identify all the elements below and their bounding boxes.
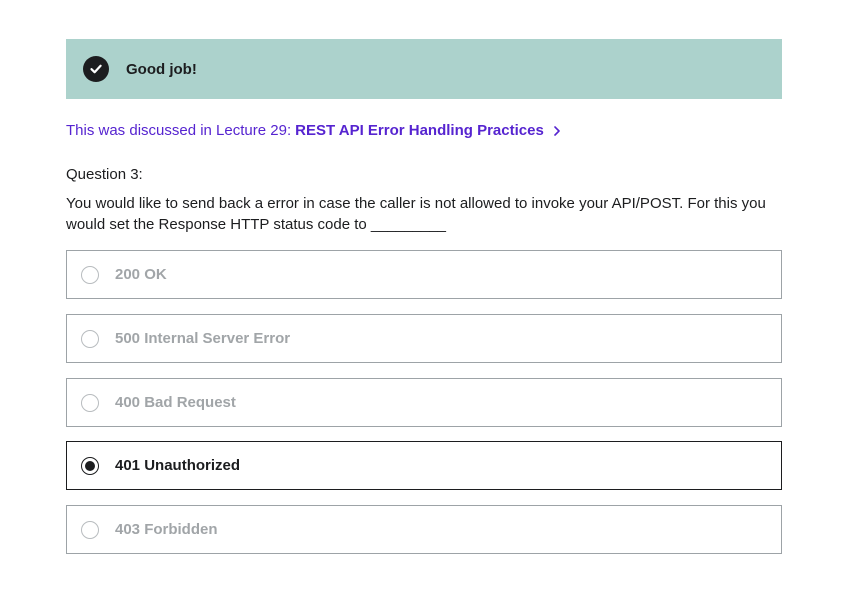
answer-option[interactable]: 400 Bad Request — [66, 378, 782, 427]
radio-dot — [85, 460, 95, 471]
answer-option[interactable]: 200 OK — [66, 250, 782, 299]
check-circle-icon — [83, 56, 109, 82]
answer-label: 500 Internal Server Error — [115, 330, 291, 347]
result-message: Good job! — [126, 60, 197, 78]
answer-label: 401 Unauthorized — [115, 457, 241, 474]
chevron-right-icon[interactable] — [553, 125, 561, 137]
lecture-link[interactable]: REST API Error Handling Practices — [295, 122, 544, 139]
answer-option[interactable]: 500 Internal Server Error — [66, 314, 782, 363]
answer-option[interactable]: 403 Forbidden — [66, 505, 782, 554]
radio-button[interactable] — [81, 265, 99, 284]
question-number: Question 3: — [66, 166, 143, 183]
radio-button[interactable] — [81, 393, 99, 412]
answer-label: 403 Forbidden — [115, 521, 218, 538]
answer-label: 400 Bad Request — [115, 394, 236, 411]
answer-label: 200 OK — [115, 266, 167, 283]
answer-option-selected[interactable]: 401 Unauthorized — [66, 441, 782, 490]
radio-button-selected[interactable] — [81, 456, 99, 475]
question-text: You would like to send back a error in c… — [66, 195, 766, 233]
radio-button[interactable] — [81, 329, 99, 348]
result-banner: Good job! — [66, 39, 782, 99]
lecture-prefix: This was discussed in Lecture 29: — [66, 122, 292, 139]
radio-button[interactable] — [81, 520, 99, 539]
lecture-reference: This was discussed in Lecture 29: REST A… — [66, 122, 561, 139]
